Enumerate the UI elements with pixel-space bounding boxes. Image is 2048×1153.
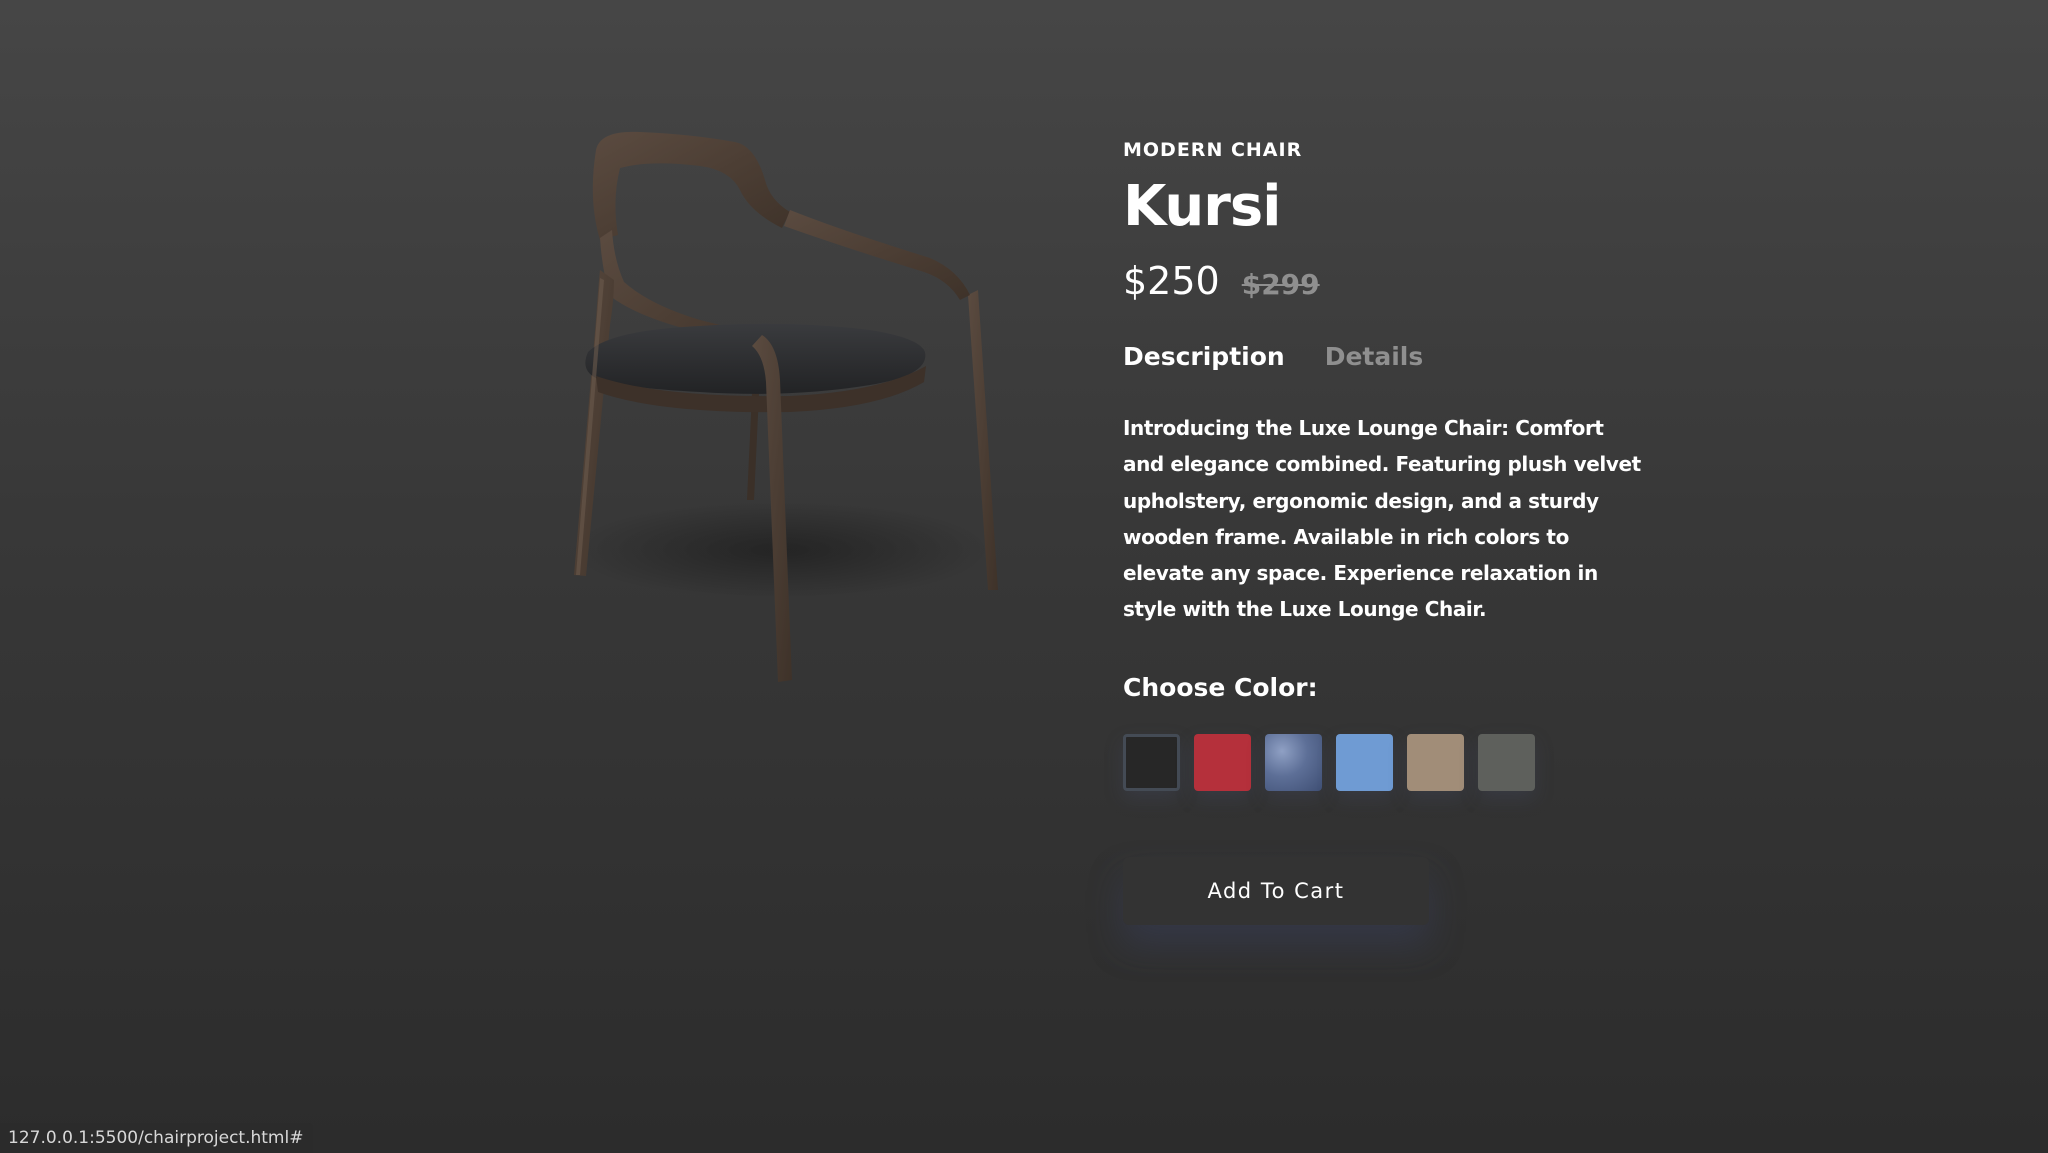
product-info: MODERN CHAIR Kursi $250 $299 Description… bbox=[1123, 138, 1643, 925]
old-price: $299 bbox=[1241, 268, 1320, 301]
tab-description[interactable]: Description bbox=[1123, 340, 1285, 374]
color-swatch-navy-pattern[interactable] bbox=[1265, 733, 1322, 791]
color-swatch-beige[interactable] bbox=[1407, 733, 1464, 791]
color-swatch-grey[interactable] bbox=[1478, 733, 1535, 791]
color-swatches bbox=[1123, 733, 1643, 791]
browser-status-url: 127.0.0.1:5500/chairproject.html# bbox=[0, 1123, 314, 1153]
tab-details[interactable]: Details bbox=[1325, 340, 1424, 374]
add-to-cart-button[interactable]: Add To Cart bbox=[1123, 856, 1429, 925]
product-title: Kursi bbox=[1123, 174, 1281, 239]
product-tabs: Description Details bbox=[1123, 340, 1643, 374]
color-swatch-black[interactable] bbox=[1123, 733, 1180, 791]
color-swatch-light-blue[interactable] bbox=[1336, 733, 1393, 791]
price-row: $250 $299 bbox=[1123, 258, 1643, 304]
color-swatch-red[interactable] bbox=[1194, 733, 1251, 791]
choose-color-label: Choose Color: bbox=[1123, 672, 1318, 702]
product-category: MODERN CHAIR bbox=[1123, 139, 1303, 161]
chair-image bbox=[540, 120, 1020, 710]
current-price: $250 bbox=[1123, 259, 1220, 303]
product-description: Introducing the Luxe Lounge Chair: Comfo… bbox=[1123, 416, 1641, 622]
chair-illustration bbox=[570, 131, 998, 682]
